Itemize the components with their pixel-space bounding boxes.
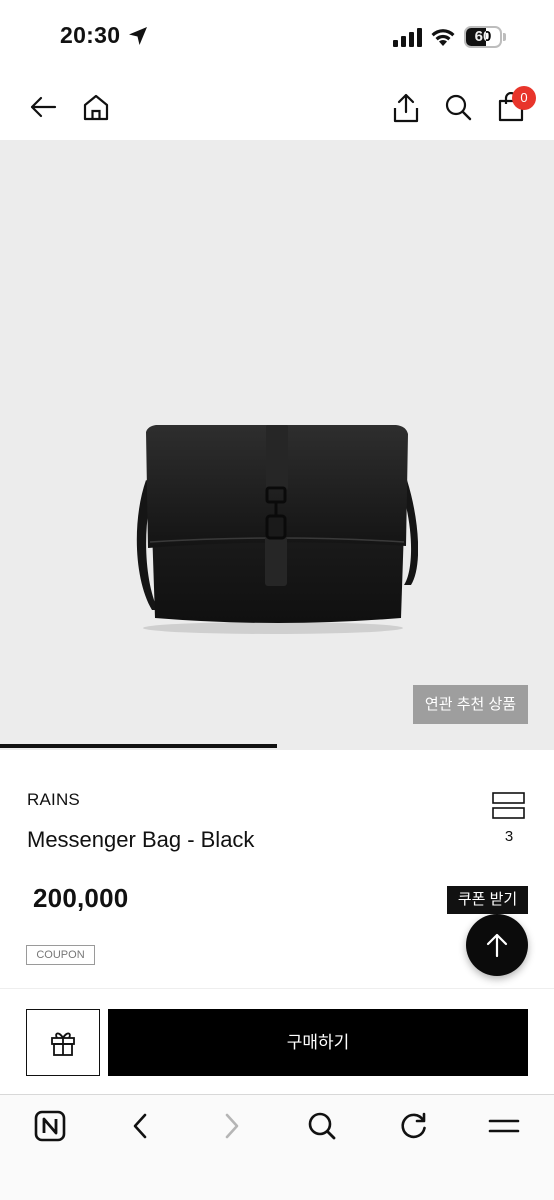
share-icon — [393, 93, 419, 123]
browser-forward-button[interactable] — [214, 1108, 250, 1144]
option-count: 3 — [504, 828, 514, 845]
purchase-bar: 구매하기 — [0, 988, 554, 1094]
browser-refresh-button[interactable] — [396, 1108, 432, 1144]
wifi-icon — [431, 29, 455, 46]
refresh-icon — [401, 1112, 426, 1139]
status-time: 20:30 — [60, 22, 121, 48]
related-products-button[interactable]: 연관 추천 상품 — [413, 685, 528, 724]
scroll-to-top-button[interactable] — [466, 914, 528, 976]
naver-n-icon — [34, 1110, 66, 1142]
product-image-gallery[interactable]: 연관 추천 상품 — [0, 140, 554, 746]
back-button[interactable] — [26, 90, 60, 124]
share-button[interactable] — [390, 90, 422, 126]
product-name: Messenger Bag - Black — [27, 827, 255, 852]
coupon-tag: COUPON — [26, 945, 95, 965]
chevron-right-icon — [225, 1113, 239, 1139]
menu-icon — [488, 1119, 520, 1133]
product-image — [136, 425, 418, 634]
battery-icon: 60 — [464, 26, 506, 48]
battery-tip — [503, 33, 506, 41]
browser-back-button[interactable] — [122, 1108, 158, 1144]
get-coupon-button[interactable]: 쿠폰 받기 — [447, 886, 528, 914]
gallery-progress-bar — [0, 744, 554, 750]
back-arrow-icon — [30, 96, 57, 118]
product-price: 200,000 — [33, 883, 129, 913]
top-nav — [0, 76, 554, 140]
arrow-up-icon — [486, 933, 508, 958]
gallery-progress-fill — [0, 744, 277, 748]
browser-menu-button[interactable] — [486, 1108, 522, 1144]
option-layers-icon — [492, 792, 525, 819]
signal-icon — [393, 28, 422, 47]
product-brand[interactable]: RAINS — [27, 790, 80, 810]
browser-search-button[interactable] — [304, 1108, 340, 1144]
search-button[interactable] — [442, 90, 474, 124]
search-icon — [308, 1112, 336, 1140]
home-icon — [83, 94, 109, 121]
gift-icon — [51, 1032, 75, 1056]
buy-button[interactable]: 구매하기 — [108, 1009, 528, 1076]
option-selector-button[interactable]: 3 — [490, 791, 528, 851]
location-arrow-icon — [129, 27, 147, 45]
home-button[interactable] — [80, 90, 112, 124]
cart-count-badge: 0 — [512, 86, 536, 110]
naver-home-button[interactable] — [32, 1108, 68, 1144]
chevron-left-icon — [133, 1113, 147, 1139]
browser-toolbar — [0, 1094, 554, 1200]
battery-percent: 60 — [474, 28, 492, 45]
gift-button[interactable] — [26, 1009, 100, 1076]
search-icon — [445, 94, 472, 121]
status-bar: 20:30 60 — [0, 0, 554, 76]
